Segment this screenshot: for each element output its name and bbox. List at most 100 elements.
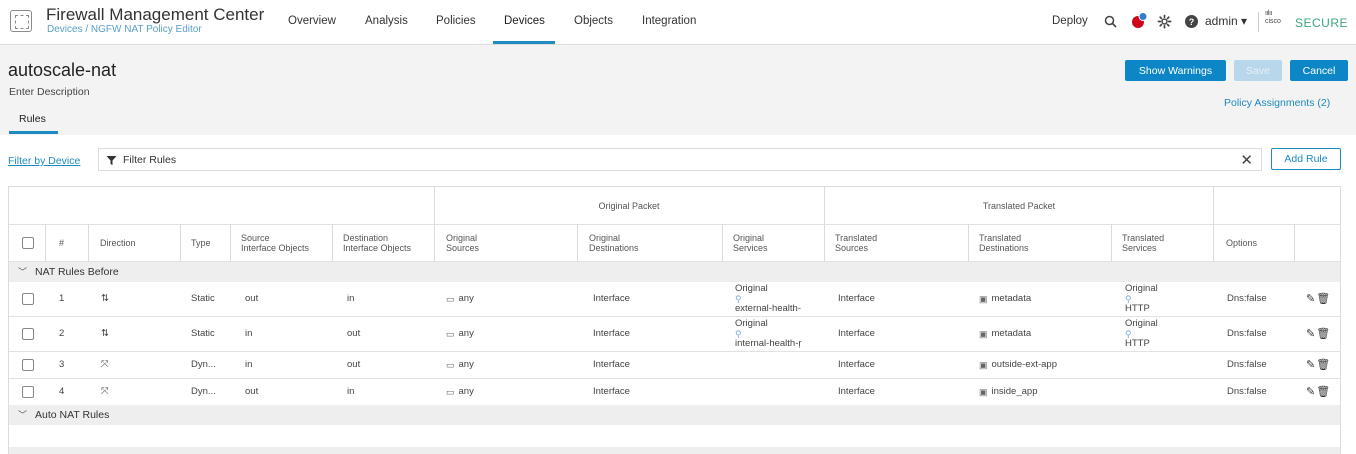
breadcrumb[interactable]: Devices / NGFW NAT Policy Editor bbox=[47, 24, 202, 35]
col-translated-destinations[interactable]: Translated Destinations bbox=[979, 224, 1029, 261]
original-sources: ▭ any bbox=[446, 386, 474, 398]
rule-type: Static bbox=[191, 328, 215, 339]
options: Dns:false bbox=[1227, 328, 1267, 339]
col-original-sources[interactable]: Original Sources bbox=[446, 224, 479, 261]
row-checkbox[interactable] bbox=[22, 293, 34, 305]
network-object-icon: ▭ bbox=[446, 387, 455, 397]
col-destination-interface[interactable]: Destination Interface Objects bbox=[343, 224, 411, 261]
show-warnings-button[interactable]: Show Warnings bbox=[1125, 60, 1226, 81]
section-nat-rules-before[interactable]: ﹀ NAT Rules Before bbox=[9, 262, 1340, 282]
filter-by-device-link[interactable]: Filter by Device bbox=[8, 155, 80, 167]
edit-icon[interactable]: ✎ bbox=[1306, 329, 1316, 340]
policy-assignments-link[interactable]: Policy Assignments (2) bbox=[1224, 97, 1330, 109]
col-num[interactable]: # bbox=[59, 224, 64, 261]
col-translated-services[interactable]: Translated Services bbox=[1122, 224, 1164, 261]
host-object-icon: ▣ bbox=[979, 360, 988, 370]
destination-interface: in bbox=[347, 293, 355, 304]
edit-icon[interactable]: ✎ bbox=[1306, 387, 1316, 398]
source-interface: in bbox=[245, 328, 253, 339]
tab-rules[interactable]: Rules bbox=[19, 113, 46, 125]
col-original-services[interactable]: Original Services bbox=[733, 224, 768, 261]
trash-icon[interactable]: 🗑 bbox=[1316, 294, 1331, 305]
options: Dns:false bbox=[1227, 359, 1267, 370]
col-direction[interactable]: Direction bbox=[100, 224, 136, 261]
column-header-row: # Direction Type Source Interface Objects… bbox=[9, 224, 1340, 261]
trash-icon[interactable]: 🗑 bbox=[1316, 360, 1331, 371]
row-checkbox[interactable] bbox=[22, 328, 34, 340]
tab-integration[interactable]: Integration bbox=[642, 15, 696, 27]
save-button[interactable]: Save bbox=[1234, 60, 1282, 81]
rule-type: Static bbox=[191, 293, 215, 304]
close-icon[interactable]: ✕ bbox=[1240, 151, 1253, 169]
options: Dns:false bbox=[1227, 386, 1267, 397]
edit-icon[interactable]: ✎ bbox=[1306, 294, 1316, 305]
destination-interface: in bbox=[347, 386, 355, 397]
top-nav: Firewall Management Center Devices / NGF… bbox=[0, 0, 1356, 45]
svg-text:?: ? bbox=[1188, 17, 1194, 27]
original-destinations: Interface bbox=[593, 386, 630, 397]
trash-icon[interactable]: 🗑 bbox=[1316, 329, 1331, 340]
policy-description[interactable]: Enter Description bbox=[9, 86, 90, 98]
translated-services: Original ⚲ HTTP bbox=[1125, 283, 1158, 314]
translated-destinations: ▣ metadata bbox=[979, 293, 1032, 305]
table-row[interactable]: 1 ⇅ Static out in ▭ any Interface Origina… bbox=[9, 282, 1340, 316]
app-logo-icon[interactable] bbox=[10, 10, 32, 32]
col-source-interface[interactable]: Source Interface Objects bbox=[241, 224, 309, 261]
col-options[interactable]: Options bbox=[1226, 224, 1257, 261]
filter-placeholder: Filter Rules bbox=[123, 154, 177, 166]
table-row[interactable]: 3 ⤧ Dyn... in out ▭ any Interface Interfa… bbox=[9, 352, 1340, 378]
row-checkbox[interactable] bbox=[22, 386, 34, 398]
cancel-button[interactable]: Cancel bbox=[1290, 60, 1348, 81]
tab-policies[interactable]: Policies bbox=[436, 15, 476, 27]
chevron-down-icon: ﹀ bbox=[18, 410, 28, 420]
original-services: Original ⚲ internal-health-ŗ bbox=[735, 318, 802, 349]
direction-icon: ⤧ bbox=[101, 386, 109, 397]
destination-interface: out bbox=[347, 359, 361, 370]
translated-sources: Interface bbox=[838, 359, 875, 370]
table-row[interactable]: 2 ⇅ Static in out ▭ any Interface Origina… bbox=[9, 317, 1340, 351]
tab-objects[interactable]: Objects bbox=[574, 15, 613, 27]
help-icon[interactable]: ? bbox=[1184, 14, 1198, 28]
group-header-row: Original Packet Translated Packet bbox=[9, 187, 1340, 224]
row-checkbox[interactable] bbox=[22, 359, 34, 371]
chevron-down-icon: ﹀ bbox=[18, 267, 28, 277]
deploy-button[interactable]: Deploy bbox=[1052, 15, 1088, 27]
trash-icon[interactable]: 🗑 bbox=[1316, 387, 1331, 398]
col-original-destinations[interactable]: Original Destinations bbox=[589, 224, 639, 261]
original-destinations: Interface bbox=[593, 293, 630, 304]
edit-icon[interactable]: ✎ bbox=[1306, 360, 1316, 371]
tab-analysis[interactable]: Analysis bbox=[365, 15, 408, 27]
original-destinations: Interface bbox=[593, 328, 630, 339]
original-sources: ▭ any bbox=[446, 359, 474, 371]
nat-rules-table: Original Packet Translated Packet # Dire… bbox=[8, 186, 1341, 454]
rule-type: Dyn... bbox=[191, 359, 216, 370]
rule-number: 4 bbox=[59, 386, 65, 397]
source-interface: out bbox=[245, 386, 259, 397]
original-sources: ▭ any bbox=[446, 293, 474, 305]
filter-rules-input[interactable]: Filter Rules ✕ bbox=[98, 148, 1262, 171]
active-tab-indicator bbox=[493, 41, 555, 44]
divider bbox=[1258, 12, 1259, 32]
app-title: Firewall Management Center bbox=[46, 5, 265, 24]
direction-icon: ⤧ bbox=[101, 359, 109, 370]
direction-icon: ⇅ bbox=[101, 293, 109, 304]
col-translated-sources[interactable]: Translated Sources bbox=[835, 224, 877, 261]
rule-type: Dyn... bbox=[191, 386, 216, 397]
col-type[interactable]: Type bbox=[191, 224, 211, 261]
network-object-icon: ▭ bbox=[446, 294, 455, 304]
table-row[interactable]: 4 ⤧ Dyn... out in ▭ any Interface Interfa… bbox=[9, 379, 1340, 405]
select-all-checkbox[interactable] bbox=[22, 236, 34, 249]
tab-overview[interactable]: Overview bbox=[288, 15, 336, 27]
rule-number: 1 bbox=[59, 293, 65, 304]
search-icon[interactable] bbox=[1103, 14, 1117, 28]
add-rule-button[interactable]: Add Rule bbox=[1271, 148, 1341, 170]
brand-secure: SECURE bbox=[1295, 16, 1349, 30]
notifications-icon[interactable] bbox=[1130, 12, 1148, 30]
host-object-icon: ▣ bbox=[979, 387, 988, 397]
section-auto-nat-rules[interactable]: ﹀ Auto NAT Rules bbox=[9, 405, 1340, 425]
network-object-icon: ▭ bbox=[446, 329, 455, 339]
tab-devices[interactable]: Devices bbox=[504, 15, 545, 27]
gear-icon[interactable] bbox=[1156, 13, 1172, 29]
section-nat-rules-after-partial bbox=[9, 447, 1340, 454]
user-menu[interactable]: admin ▾ bbox=[1205, 14, 1247, 28]
